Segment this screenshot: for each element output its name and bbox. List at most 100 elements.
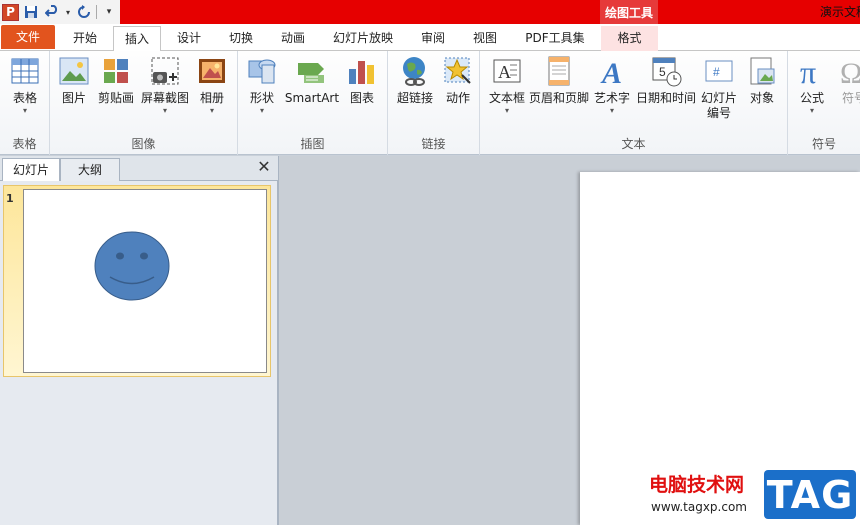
- photo-album-icon: [196, 55, 228, 87]
- table-button[interactable]: 表格 ▾: [4, 55, 46, 116]
- panel-tabs: 幻灯片 大纲 ✕: [0, 156, 278, 181]
- smiley-face-shape[interactable]: [24, 190, 266, 372]
- undo-dropdown-icon[interactable]: ▾: [64, 3, 72, 21]
- slides-panel: 幻灯片 大纲 ✕ 1: [0, 156, 278, 525]
- smartart-button[interactable]: SmartArt: [284, 55, 340, 106]
- smartart-button-label: SmartArt: [284, 91, 340, 105]
- action-button-label: 动作: [445, 91, 470, 105]
- powerpoint-logo-icon[interactable]: P: [2, 3, 19, 21]
- tab-pdf-tools[interactable]: PDF工具集: [514, 26, 596, 51]
- action-button[interactable]: 动作: [440, 55, 476, 106]
- group-label-link: 链接: [421, 137, 446, 151]
- hyperlink-button[interactable]: 超链接: [392, 55, 438, 106]
- group-label-image: 图像: [131, 137, 156, 151]
- chevron-down-icon: ▾: [609, 106, 614, 115]
- ribbon-tabs: 文件 开始 插入 设计 切换 动画 幻灯片放映 审阅 视图 PDF工具集 格式: [0, 24, 860, 52]
- tab-slides[interactable]: 幻灯片: [2, 158, 60, 181]
- svg-text:A: A: [498, 62, 511, 82]
- watermark-tag-logo: TAG: [764, 470, 856, 519]
- svg-text:A: A: [600, 57, 622, 87]
- album-button-label: 相册: [199, 91, 224, 105]
- svg-text:π: π: [800, 55, 816, 87]
- symbol-button[interactable]: Ω 符号: [836, 55, 860, 106]
- wordart-icon: A: [596, 55, 628, 90]
- equation-button[interactable]: π 公式 ▾: [794, 54, 830, 116]
- context-tab-label: 绘图工具: [600, 0, 658, 24]
- document-title: 演示文稿: [820, 5, 860, 19]
- header-footer-button-label: 页眉和页脚: [528, 91, 589, 105]
- tab-animations[interactable]: 动画: [268, 26, 318, 51]
- svg-text:5: 5: [659, 65, 666, 79]
- tab-transitions[interactable]: 切换: [216, 26, 266, 51]
- tab-home[interactable]: 开始: [58, 26, 112, 51]
- tab-format[interactable]: 格式: [601, 26, 658, 51]
- group-link: 超链接 动作 链接: [388, 51, 480, 155]
- clipart-icon: [100, 55, 132, 87]
- album-button[interactable]: 相册 ▾: [194, 55, 230, 116]
- globe-link-icon: [399, 55, 431, 87]
- object-button[interactable]: 对象: [742, 55, 782, 106]
- slide-number-button[interactable]: # 幻灯片 编号: [698, 55, 740, 121]
- group-label-illustration: 插图: [300, 137, 325, 151]
- title-bar-fill: [120, 0, 600, 24]
- slide-number-label-line2: 编号: [706, 106, 731, 120]
- svg-text:Ω: Ω: [840, 57, 860, 87]
- textbox-button[interactable]: A 文本框 ▾: [484, 55, 530, 116]
- tab-view[interactable]: 视图: [460, 26, 510, 51]
- customize-qat-icon[interactable]: ▾: [100, 3, 118, 21]
- tab-review[interactable]: 审阅: [408, 26, 458, 51]
- screenshot-button[interactable]: 屏幕截图 ▾: [138, 55, 192, 116]
- equation-button-label: 公式: [799, 91, 824, 105]
- clipart-button[interactable]: 剪贴画: [96, 55, 136, 106]
- chart-icon: [346, 55, 378, 87]
- group-table: 表格 ▾ 表格: [0, 51, 50, 155]
- slide-number-label-line1: 幻灯片: [700, 91, 737, 105]
- header-footer-button[interactable]: 页眉和页脚: [528, 55, 590, 106]
- pi-icon: π: [796, 54, 828, 90]
- chart-button-label: 图表: [349, 91, 374, 105]
- group-label-symbol: 符号: [811, 137, 836, 151]
- picture-icon: [58, 55, 90, 87]
- chevron-down-icon: ▾: [209, 106, 214, 115]
- picture-button[interactable]: 图片: [56, 55, 92, 106]
- datetime-button-label: 日期和时间: [635, 91, 696, 105]
- title-bar: P ▾ ▾ 绘图工具 演示文稿: [0, 0, 860, 24]
- shapes-icon: [246, 55, 278, 87]
- shapes-button[interactable]: 形状 ▾: [244, 55, 280, 116]
- tab-design[interactable]: 设计: [164, 26, 214, 51]
- qat-separator: [96, 5, 97, 19]
- object-icon: [746, 55, 778, 87]
- symbol-button-label: 符号: [841, 91, 860, 105]
- screenshot-button-label: 屏幕截图: [140, 91, 189, 105]
- group-text: A 文本框 ▾ 页眉和页脚 A 艺术字 ▾ 5 日期和时间 # 幻灯片 编号 对…: [480, 51, 788, 155]
- textbox-icon: A: [491, 55, 523, 87]
- quick-access-toolbar: P ▾ ▾: [0, 0, 120, 24]
- close-icon[interactable]: ✕: [256, 159, 272, 175]
- wordart-button[interactable]: A 艺术字 ▾: [592, 55, 632, 116]
- screenshot-icon: [149, 55, 181, 87]
- textbox-button-label: 文本框: [488, 91, 525, 105]
- tab-outline[interactable]: 大纲: [60, 158, 120, 181]
- action-star-icon: [442, 55, 474, 87]
- chart-button[interactable]: 图表: [344, 55, 380, 106]
- svg-text:#: #: [713, 65, 720, 79]
- shapes-button-label: 形状: [249, 91, 274, 105]
- slide-thumbnail[interactable]: [23, 189, 267, 373]
- tab-slideshow[interactable]: 幻灯片放映: [322, 26, 404, 51]
- tab-insert[interactable]: 插入: [113, 26, 161, 52]
- table-button-label: 表格: [12, 91, 37, 105]
- chevron-down-icon: ▾: [162, 106, 167, 115]
- object-button-label: 对象: [749, 91, 774, 105]
- undo-icon[interactable]: [43, 3, 61, 21]
- chevron-down-icon: ▾: [259, 106, 264, 115]
- chevron-down-icon: ▾: [22, 106, 27, 115]
- tab-file[interactable]: 文件: [1, 25, 55, 49]
- ribbon: 表格 ▾ 表格 图片 剪贴画 屏幕截图 ▾ 相册 ▾ 图像 形状 ▾ Smart…: [0, 51, 860, 155]
- clipart-button-label: 剪贴画: [97, 91, 134, 105]
- slide-number-icon: #: [703, 55, 735, 87]
- datetime-button[interactable]: 5 日期和时间: [634, 55, 698, 106]
- save-icon[interactable]: [22, 3, 40, 21]
- watermark-url: www.tagxp.com: [651, 500, 747, 514]
- calendar-clock-icon: 5: [650, 55, 682, 87]
- redo-icon[interactable]: [75, 3, 93, 21]
